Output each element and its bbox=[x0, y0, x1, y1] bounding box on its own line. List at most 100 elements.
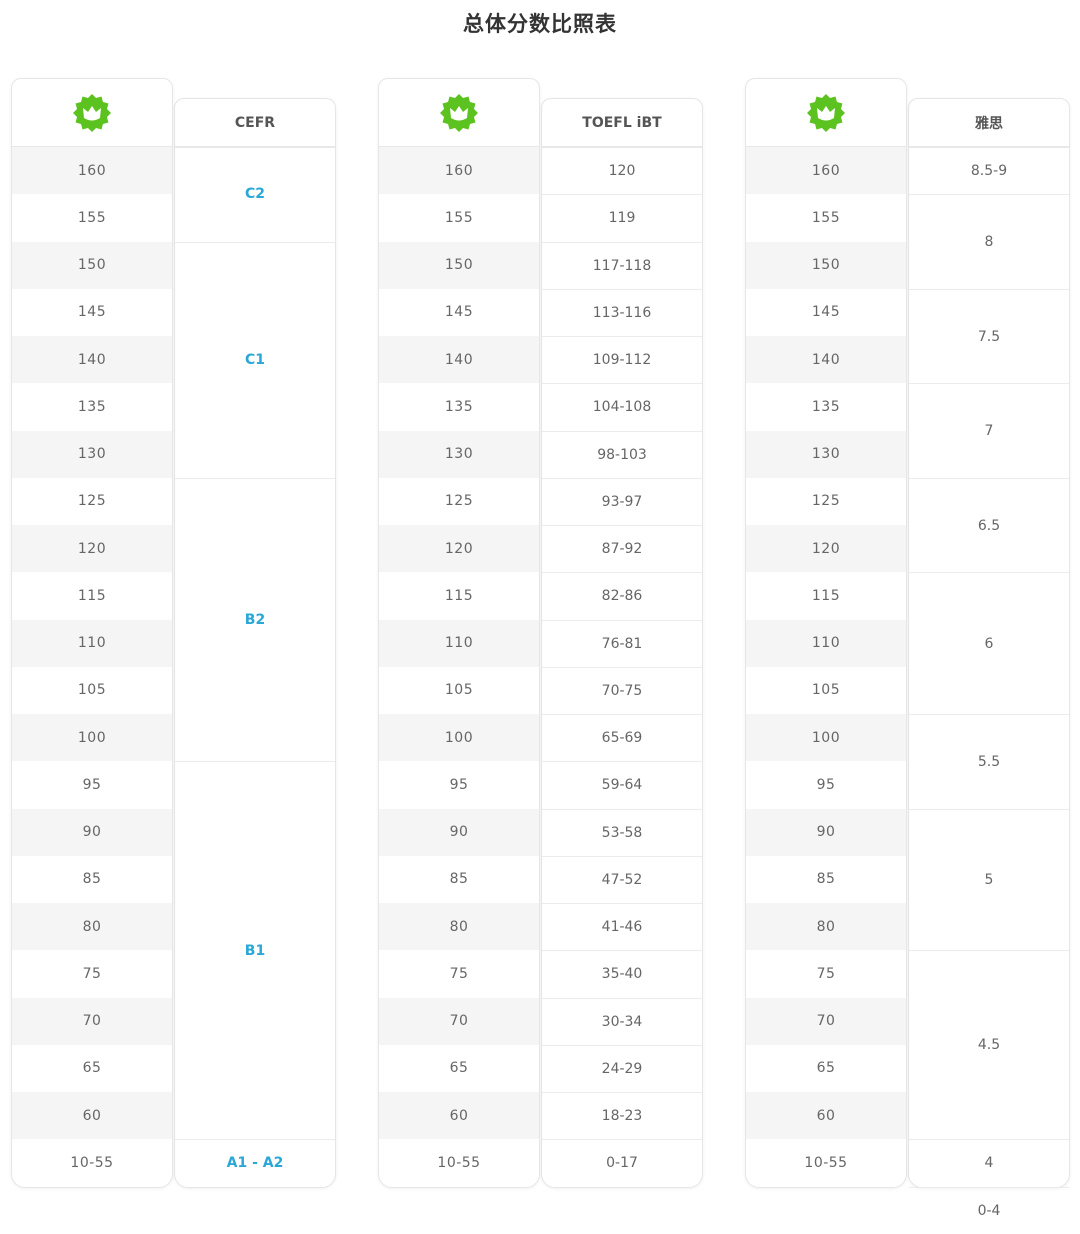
mapped-score-cell: 41-46 bbox=[542, 903, 702, 950]
score-cell: 130 bbox=[379, 430, 539, 478]
score-cell: 160 bbox=[12, 147, 172, 195]
score-cell: 155 bbox=[811, 209, 841, 226]
score-cell: 140 bbox=[746, 336, 906, 384]
mapped-score-cell: 6.5 bbox=[909, 477, 1069, 573]
score-column: 160 155 150 145 140 135 130 125 120 115 110 105 100 9… bbox=[378, 78, 540, 1188]
mapped-score-cell: 117-118 bbox=[542, 241, 702, 289]
score-cell: 120 bbox=[12, 525, 172, 573]
score-cell: 140 bbox=[379, 336, 539, 384]
score-table-2: 160 155 150 145 140 135 130 125 120 115 110 105 100 9… bbox=[378, 78, 704, 1188]
mapped-column: TOEFL iBT 120 119 117-118 113-116 109-112 104-… bbox=[541, 98, 703, 1188]
mapped-score-cell: 35-40 bbox=[542, 950, 702, 997]
score-cell: 70 bbox=[746, 997, 906, 1045]
mapped-score-cell: 4.5 bbox=[909, 950, 1069, 1139]
mapped-score-cell: 8 bbox=[909, 194, 1069, 289]
score-cell: 130 bbox=[746, 430, 906, 478]
mapped-score-cell: C1 bbox=[175, 241, 335, 478]
column-header: 雅思 bbox=[909, 99, 1069, 148]
score-cell: 10-55 bbox=[804, 1154, 848, 1171]
score-cell: 125 bbox=[811, 493, 841, 510]
score-cell: 160 bbox=[746, 147, 906, 195]
score-cell: 90 bbox=[12, 808, 172, 856]
score-cell: 125 bbox=[444, 493, 474, 510]
score-cell: 160 bbox=[379, 147, 539, 195]
score-cell: 150 bbox=[379, 241, 539, 289]
score-cell: 65 bbox=[816, 1060, 836, 1077]
score-cell: 95 bbox=[816, 776, 836, 793]
mapped-score-cell: 53-58 bbox=[542, 808, 702, 856]
page-title: 总体分数比照表 bbox=[463, 12, 617, 36]
mapped-score-cell: 76-81 bbox=[542, 619, 702, 667]
score-cell: 155 bbox=[77, 209, 107, 226]
mapped-score-cell: B2 bbox=[175, 477, 335, 762]
mapped-score-cell: 5.5 bbox=[909, 714, 1069, 809]
score-column: 160 155 150 145 140 135 130 125 120 115 110 105 100 9… bbox=[745, 78, 907, 1188]
logo-header bbox=[12, 79, 172, 148]
mapped-score-cell: 6 bbox=[909, 572, 1069, 714]
mapped-score-cell: 93-97 bbox=[542, 477, 702, 525]
score-column: 160 155 150 145 140 135 130 125 120 115 110 105 100 9… bbox=[11, 78, 173, 1188]
column-header: TOEFL iBT bbox=[542, 99, 702, 148]
score-cell: 115 bbox=[77, 587, 107, 604]
score-cell: 105 bbox=[77, 682, 107, 699]
score-cell: 90 bbox=[746, 808, 906, 856]
mapped-score-cell: 47-52 bbox=[542, 855, 702, 903]
logo-header bbox=[379, 79, 539, 148]
mapped-column: CEFR C2 C1 B2 B1 A1 - A2 bbox=[174, 98, 336, 1188]
score-cell: 105 bbox=[444, 682, 474, 699]
mapped-score-cell: 7 bbox=[909, 383, 1069, 478]
score-cell: 100 bbox=[746, 714, 906, 762]
mapped-score-cell: 18-23 bbox=[542, 1092, 702, 1139]
score-cell: 75 bbox=[449, 965, 469, 982]
mapped-score-cell: 0-17 bbox=[542, 1139, 702, 1186]
score-cell: 115 bbox=[444, 587, 474, 604]
score-table-1: 160 155 150 145 140 135 130 125 120 115 110 105 100 9… bbox=[11, 78, 337, 1188]
score-cell: 150 bbox=[746, 241, 906, 289]
mapped-score-cell: 0-4 bbox=[909, 1186, 1069, 1234]
score-cell: 70 bbox=[379, 997, 539, 1045]
mapped-score-cell: 120 bbox=[608, 162, 636, 179]
score-cell: 85 bbox=[816, 871, 836, 888]
score-cell: 145 bbox=[811, 304, 841, 321]
score-cell: 120 bbox=[379, 525, 539, 573]
score-cell: 95 bbox=[82, 776, 102, 793]
score-cell: 135 bbox=[811, 398, 841, 415]
score-cell: 60 bbox=[379, 1092, 539, 1140]
score-cell: 145 bbox=[444, 304, 474, 321]
score-cell: 65 bbox=[82, 1060, 102, 1077]
mapped-score-cell: C2 bbox=[244, 186, 265, 203]
brand-logo-icon bbox=[807, 93, 845, 132]
score-cell: 130 bbox=[12, 430, 172, 478]
score-cell: 90 bbox=[379, 808, 539, 856]
logo-header bbox=[746, 79, 906, 148]
score-table-3: 160 155 150 145 140 135 130 125 120 115 110 105 100 9… bbox=[745, 78, 1071, 1219]
mapped-score-cell: 8.5-9 bbox=[970, 162, 1008, 179]
score-cell: 10-55 bbox=[437, 1154, 481, 1171]
score-cell: 115 bbox=[811, 587, 841, 604]
mapped-score-cell: 70-75 bbox=[542, 666, 702, 714]
mapped-score-cell: 109-112 bbox=[542, 336, 702, 383]
score-cell: 80 bbox=[12, 903, 172, 951]
mapped-score-cell: 4 bbox=[909, 1139, 1069, 1186]
mapped-score-cell: B1 bbox=[175, 761, 335, 1139]
score-cell: 155 bbox=[444, 209, 474, 226]
mapped-score-cell: 104-108 bbox=[542, 383, 702, 430]
score-cell: 85 bbox=[82, 871, 102, 888]
column-header: CEFR bbox=[175, 99, 335, 148]
score-cell: 100 bbox=[12, 714, 172, 762]
score-cell: 150 bbox=[12, 241, 172, 289]
mapped-score-cell: 5 bbox=[909, 808, 1069, 951]
mapped-score-cell: 98-103 bbox=[542, 430, 702, 478]
mapped-score-cell: 30-34 bbox=[542, 997, 702, 1045]
mapped-score-cell: 24-29 bbox=[542, 1044, 702, 1092]
mapped-score-cell: 59-64 bbox=[542, 761, 702, 808]
score-cell: 105 bbox=[811, 682, 841, 699]
mapped-score-cell: 82-86 bbox=[542, 572, 702, 619]
score-cell: 135 bbox=[77, 398, 107, 415]
mapped-score-cell: 65-69 bbox=[542, 714, 702, 761]
score-cell: 110 bbox=[379, 619, 539, 667]
brand-logo-icon bbox=[73, 93, 111, 132]
score-cell: 75 bbox=[816, 965, 836, 982]
score-cell: 110 bbox=[12, 619, 172, 667]
score-cell: 80 bbox=[379, 903, 539, 951]
